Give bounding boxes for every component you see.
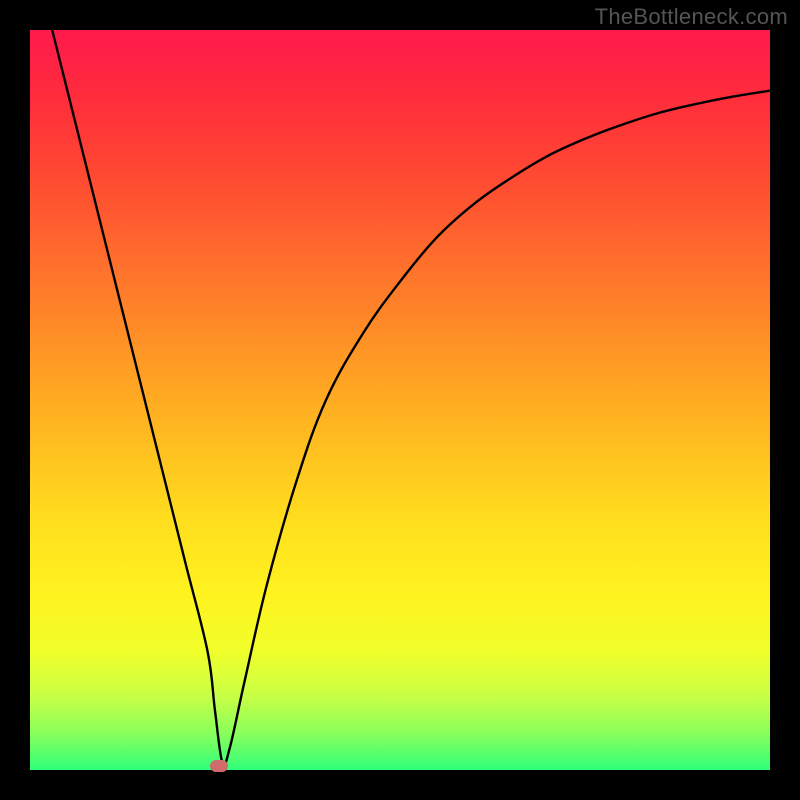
plot-area <box>30 30 770 770</box>
min-marker <box>210 760 228 772</box>
chart-frame: TheBottleneck.com <box>0 0 800 800</box>
credit-label: TheBottleneck.com <box>595 4 788 30</box>
bottleneck-curve-path <box>52 30 770 765</box>
curve-layer <box>30 30 770 770</box>
